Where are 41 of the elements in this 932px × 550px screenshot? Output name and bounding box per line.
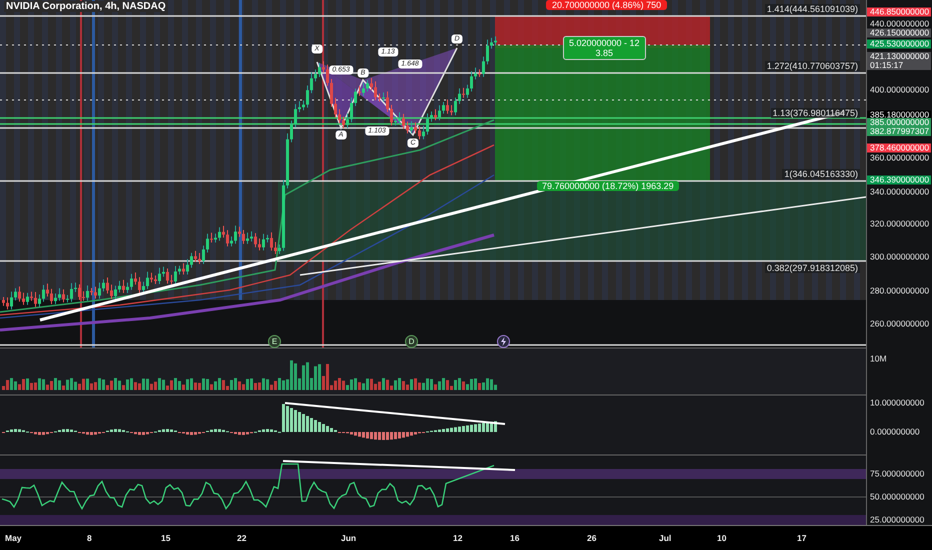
price-axis-label: 421.130000000 01:15:17 (867, 52, 932, 70)
price-axis-label: 300.000000000 (870, 252, 930, 262)
rsi-axis-label: 75.000000000 (870, 470, 924, 478)
time-axis-label: 10 (717, 533, 726, 543)
rsi-axis-label: 50.000000000 (870, 492, 924, 502)
price-axis-label: 280.000000000 (870, 286, 930, 296)
time-axis-label: 12 (453, 533, 462, 543)
time-axis-label: 15 (161, 533, 170, 543)
price-axis-label: 378.460000000 (867, 144, 932, 152)
price-axis-label: 320.000000000 (870, 220, 930, 228)
volume-axis-label: 10M (870, 354, 887, 364)
price-axis-label: 440.000000000 (870, 20, 930, 28)
fib-level-label: 0.382(297.918312085) (764, 263, 860, 273)
price-axis-label: 400.000000000 (870, 86, 930, 94)
price-axis-label: 426.150000000 (867, 28, 932, 38)
chart-title: NVIDIA Corporation, 4h, NASDAQ (4, 1, 168, 12)
time-axis-label: May (5, 533, 22, 543)
fib-level-label: 1.13(376.980116475) (770, 108, 860, 118)
price-axis-label: 360.000000000 (870, 154, 930, 162)
stop-loss-label: 20.700000000 (4.86%) 750 (546, 0, 668, 10)
macd-axis-label: 0.000000000 (870, 428, 920, 436)
time-axis-label: Jul (659, 533, 672, 543)
macd-axis-label: 10.000000000 (870, 398, 924, 408)
time-axis-label: 17 (797, 533, 806, 543)
price-axis-label: 346.390000000 (867, 176, 932, 184)
price-axis-label: 385.000000000 382.877997307 (867, 118, 932, 136)
fib-level-label: 1.272(410.770603757) (764, 61, 860, 71)
take-profit-label: 79.760000000 (18.72%) 1963.29 (537, 181, 679, 191)
risk-reward-label: 5.020000000 - 12 3.85 (563, 36, 646, 60)
fib-level-label: 1.414(444.561091039) (764, 4, 860, 14)
price-axis-label: 340.000000000 (870, 188, 930, 196)
price-axis-label: 260.000000000 (870, 320, 930, 328)
fib-level-label: 1(346.045163330) (782, 169, 860, 179)
time-axis-label: 26 (587, 533, 596, 543)
price-axis-label: 446.850000000 (867, 8, 932, 16)
time-axis-label: 16 (510, 533, 520, 543)
time-axis-label: 22 (237, 533, 246, 543)
rsi-axis-label: 25.000000000 (870, 516, 924, 524)
price-axis-label: 425.530000000 (867, 40, 932, 48)
time-axis-label: 8 (87, 533, 92, 543)
time-axis-label: Jun (341, 533, 356, 543)
